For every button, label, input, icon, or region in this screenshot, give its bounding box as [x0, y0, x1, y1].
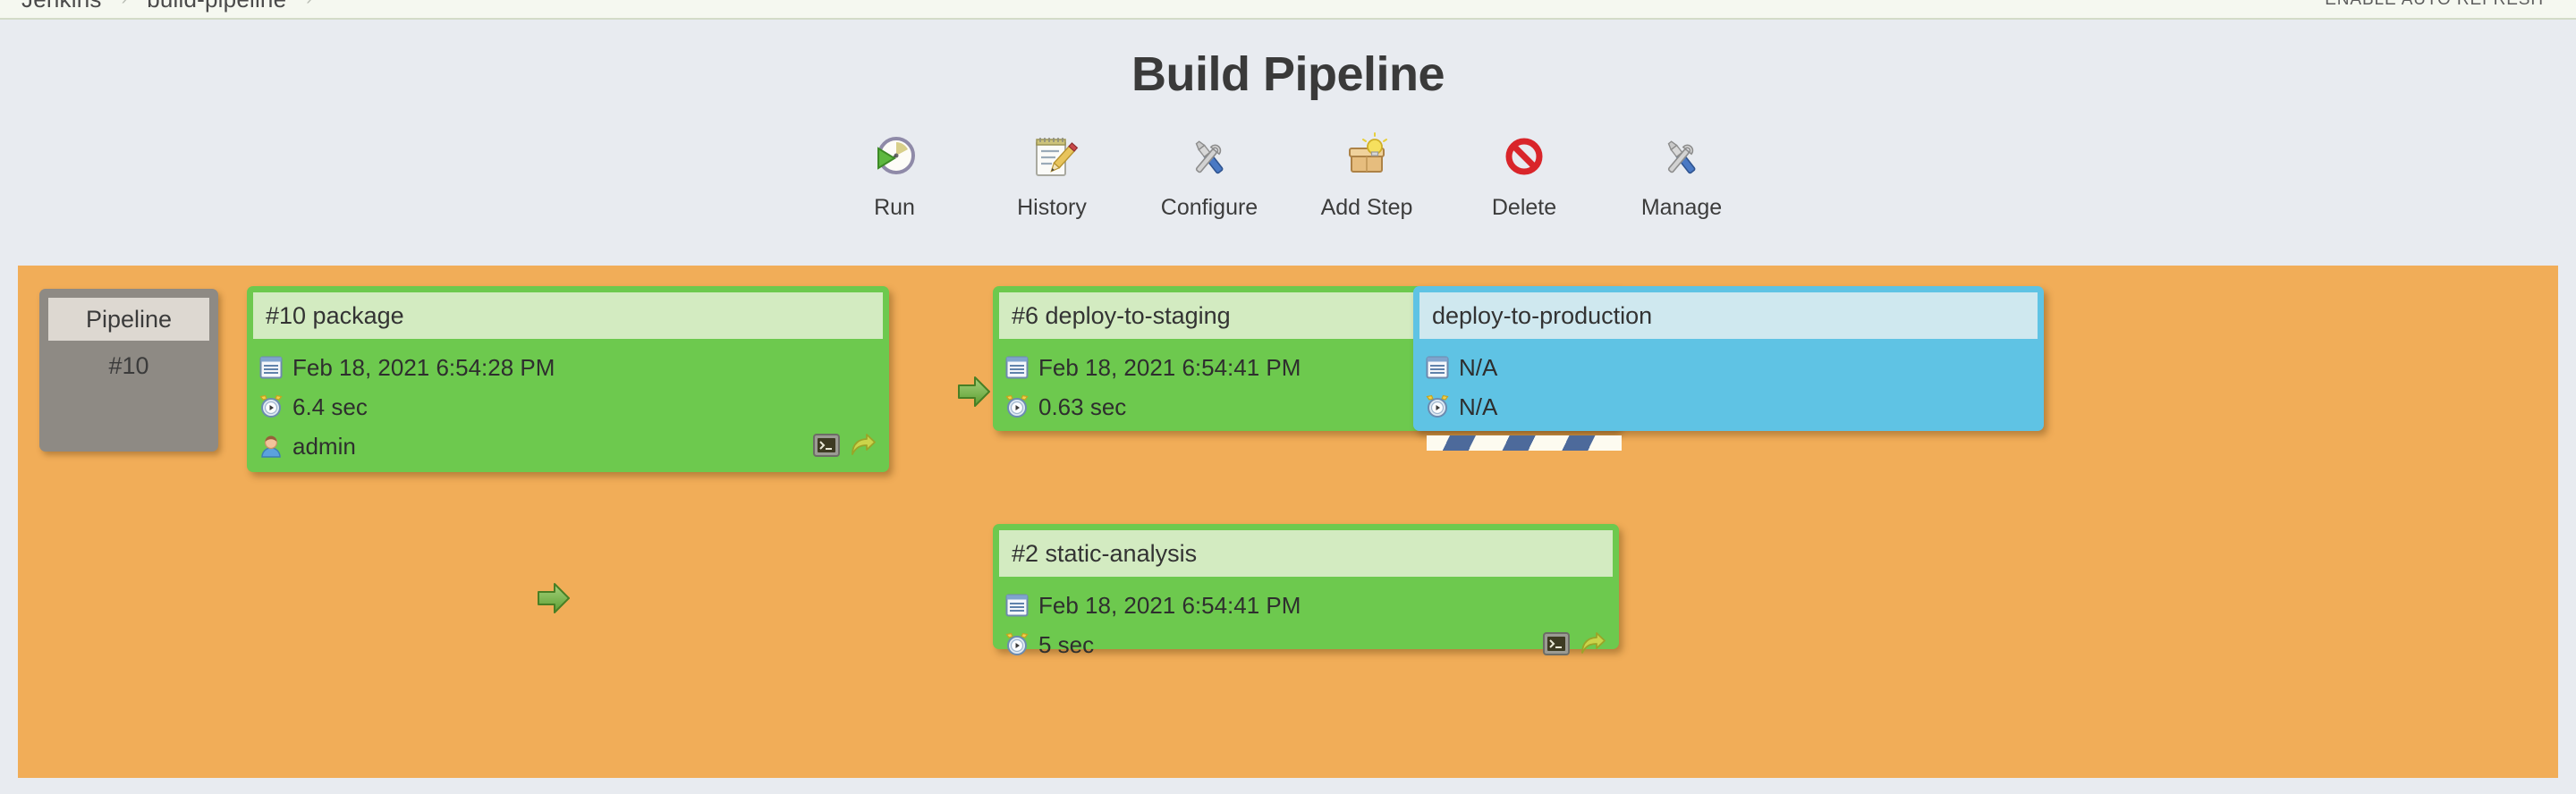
clock-duration-icon [1425, 394, 1450, 419]
rerun-arrow-icon[interactable] [849, 432, 876, 459]
configure-label: Configure [1161, 195, 1258, 221]
page-title: Build Pipeline [0, 46, 2576, 102]
stage-actions-static-analysis [1543, 630, 1606, 657]
calendar-log-icon [1004, 355, 1030, 380]
stage-title-deploy-to-production: deploy-to-production [1419, 292, 2038, 339]
chevron-right-icon-trailing: › [306, 0, 312, 10]
clock-duration-icon [1004, 632, 1030, 657]
enable-auto-refresh-link[interactable]: ENABLE AUTO REFRESH [2325, 0, 2544, 20]
clock-duration-icon [1004, 394, 1030, 419]
stage-title-static-analysis: #2 static-analysis [999, 530, 1613, 577]
notepad-pencil-icon [1027, 132, 1077, 182]
stage-duration-static-analysis: 5 sec [1038, 631, 1094, 659]
stage-row-duration: 6.4 sec [258, 389, 883, 425]
run-button[interactable]: Run [837, 132, 952, 221]
stage-duration-deploy-to-production: N/A [1459, 393, 1497, 421]
stage-body-deploy-to-production: N/A N/A [1419, 339, 2038, 451]
stage-card-static-analysis[interactable]: #2 static-analysis Feb 18, 2021 6:54:41 … [993, 524, 1619, 649]
configure-button[interactable]: Configure [1152, 132, 1267, 221]
stage-row-duration: 5 sec [1004, 627, 1613, 663]
history-button[interactable]: History [995, 132, 1109, 221]
delete-button[interactable]: Delete [1467, 132, 1581, 221]
stage-card-deploy-to-production[interactable]: deploy-to-production N/A [1413, 286, 2044, 431]
breadcrumb: Jenkins › build-pipeline › [0, 0, 332, 13]
pipeline-toolbar: Run [0, 132, 2576, 221]
stage-row-duration: N/A [1425, 389, 2038, 425]
progress-stripes [1427, 435, 1622, 451]
user-avatar-icon [258, 434, 284, 459]
calendar-log-icon [258, 355, 284, 380]
build-progress-bar [1427, 435, 1622, 451]
rerun-arrow-icon[interactable] [1579, 630, 1606, 657]
pipeline-header-card[interactable]: Pipeline #10 [39, 289, 218, 452]
connector-arrow-package-to-static-analysis [535, 579, 572, 617]
stage-row-timestamp: Feb 18, 2021 6:54:41 PM [1004, 587, 1613, 623]
pipeline-header-build-number: #10 [48, 341, 209, 391]
add-step-button[interactable]: Add Step [1309, 132, 1424, 221]
chevron-right-icon: › [122, 0, 128, 10]
run-clock-icon [869, 132, 919, 182]
stage-duration-deploy-to-staging: 0.63 sec [1038, 393, 1126, 421]
stage-timestamp-static-analysis: Feb 18, 2021 6:54:41 PM [1038, 592, 1301, 620]
connector-arrow-staging-to-production [955, 373, 993, 410]
console-icon[interactable] [813, 432, 840, 459]
breadcrumb-item-build-pipeline[interactable]: build-pipeline [147, 0, 286, 13]
stage-body-static-analysis: Feb 18, 2021 6:54:41 PM 5 sec [999, 577, 1613, 663]
wrench-screwdriver-icon [1657, 132, 1707, 182]
calendar-log-icon [1004, 593, 1030, 618]
stage-timestamp-deploy-to-staging: Feb 18, 2021 6:54:41 PM [1038, 354, 1301, 382]
manage-label: Manage [1641, 195, 1722, 221]
console-icon[interactable] [1543, 630, 1570, 657]
stage-duration-package: 6.4 sec [292, 393, 368, 421]
run-label: Run [874, 195, 915, 221]
pipeline-header-title: Pipeline [48, 298, 209, 341]
delete-label: Delete [1492, 195, 1556, 221]
stage-actions-package [813, 432, 876, 459]
stage-row-timestamp: Feb 18, 2021 6:54:28 PM [258, 350, 883, 385]
stage-title-package: #10 package [253, 292, 883, 339]
breadcrumb-item-jenkins[interactable]: Jenkins [21, 0, 102, 13]
pipeline-panel: Pipeline #10 #10 package [18, 266, 2558, 778]
breadcrumb-bar: Jenkins › build-pipeline › ENABLE AUTO R… [0, 0, 2576, 20]
stage-card-package[interactable]: #10 package Feb 18, 2021 6:54:28 PM [247, 286, 889, 472]
wrench-screwdriver-icon [1184, 132, 1234, 182]
box-idea-icon [1342, 132, 1392, 182]
manage-button[interactable]: Manage [1624, 132, 1739, 221]
stage-user-package: admin [292, 433, 356, 460]
clock-duration-icon [258, 394, 284, 419]
history-label: History [1017, 195, 1087, 221]
calendar-log-icon [1425, 355, 1450, 380]
stage-row-user: admin [258, 428, 883, 464]
no-entry-icon [1499, 132, 1549, 182]
add-step-label: Add Step [1321, 195, 1413, 221]
stage-body-package: Feb 18, 2021 6:54:28 PM 6.4 sec [253, 339, 883, 464]
stage-timestamp-deploy-to-production: N/A [1459, 354, 1497, 382]
stage-timestamp-package: Feb 18, 2021 6:54:28 PM [292, 354, 555, 382]
stage-row-timestamp: N/A [1425, 350, 2038, 385]
